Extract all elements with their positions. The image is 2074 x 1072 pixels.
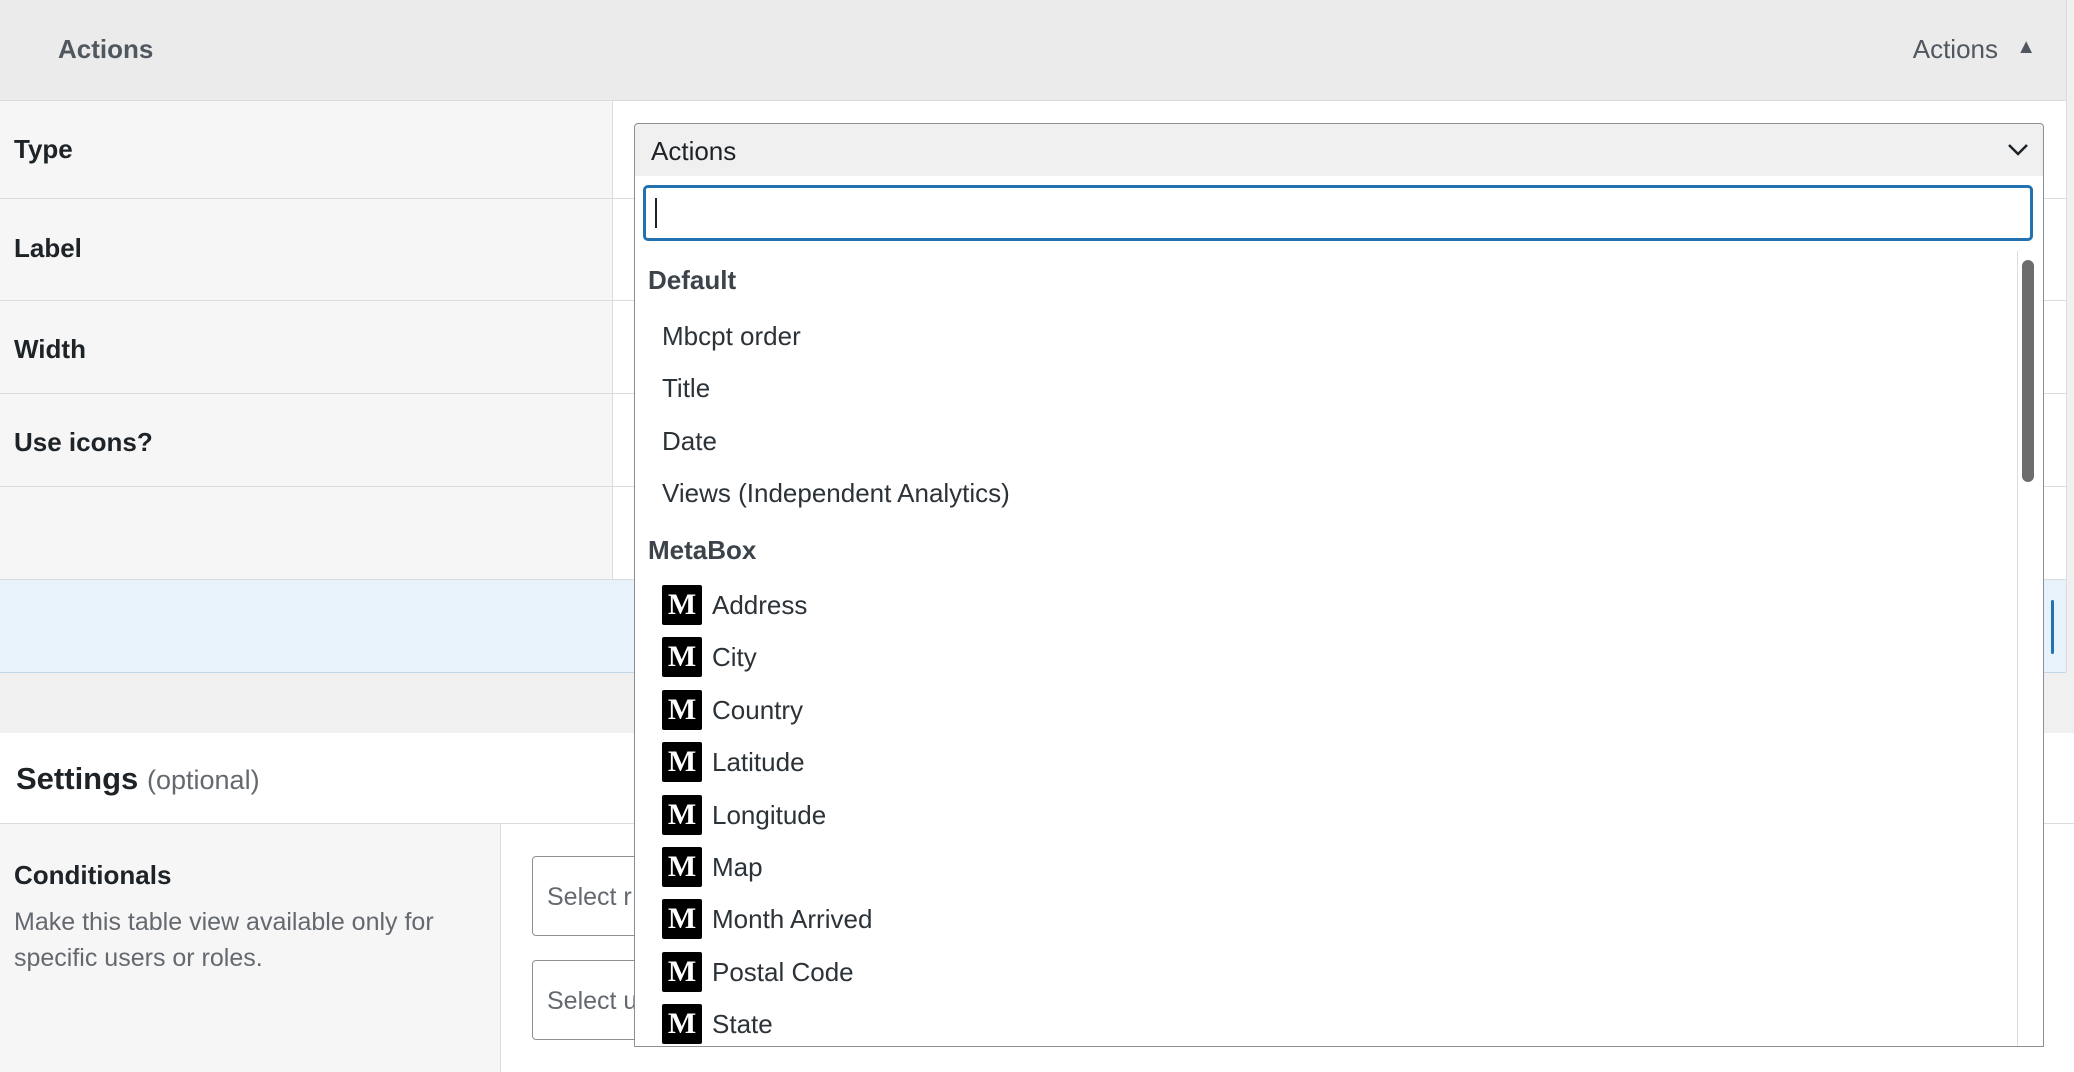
metabox-m-icon: M [662,1004,702,1044]
option-views[interactable]: Views (Independent Analytics) [662,478,1010,509]
metabox-m-icon: M [662,690,702,730]
option-date[interactable]: Date [662,426,717,457]
metabox-m-icon: M [662,742,702,782]
metabox-m-icon: M [662,795,702,835]
row-label: Label [14,233,82,263]
metabox-m-icon: M [662,952,702,992]
conditionals-title: Conditionals [14,860,172,890]
type-select-value: Actions [651,136,737,166]
column-header-title: Actions [58,34,154,64]
dropdown-search-input[interactable] [644,186,2032,240]
option-mbcpt-order[interactable]: Mbcpt order [662,321,801,352]
users-select-placeholder: Select u [547,987,638,1015]
column-header[interactable]: Actions Actions ▲ [0,0,2066,101]
option-title[interactable]: Title [662,373,710,404]
row-label: Use icons? [14,427,153,457]
metabox-m-icon: M [662,847,702,887]
conditionals-label-cell: Conditionals Make this table view availa… [0,824,501,1072]
dropdown-scrollbar-thumb[interactable] [2022,260,2034,482]
settings-optional-note: (optional) [147,765,260,795]
roles-select-placeholder: Select r [547,883,632,911]
column-header-type-label: Actions [1912,34,1998,64]
conditionals-description: Make this table view available only for … [14,908,434,972]
footer-button-edge[interactable] [2051,600,2054,654]
metabox-m-icon: M [662,637,702,677]
dropdown-options-list: Default Mbcpt order Title Date Views (In… [635,251,2018,1046]
type-select[interactable]: Actions [634,123,2044,177]
metabox-m-icon: M [662,899,702,939]
settings-title: Settings [16,761,139,796]
metabox-m-icon: M [662,585,702,625]
chevron-down-icon[interactable] [2005,136,2031,162]
text-cursor [655,198,657,228]
row-label: Width [14,334,86,364]
row-label: Type [14,134,73,164]
caret-up-icon[interactable]: ▲ [2016,36,2036,59]
group-label-metabox: MetaBox [648,535,757,565]
type-dropdown: Default Mbcpt order Title Date Views (In… [634,176,2044,1047]
group-label-default: Default [648,265,737,295]
